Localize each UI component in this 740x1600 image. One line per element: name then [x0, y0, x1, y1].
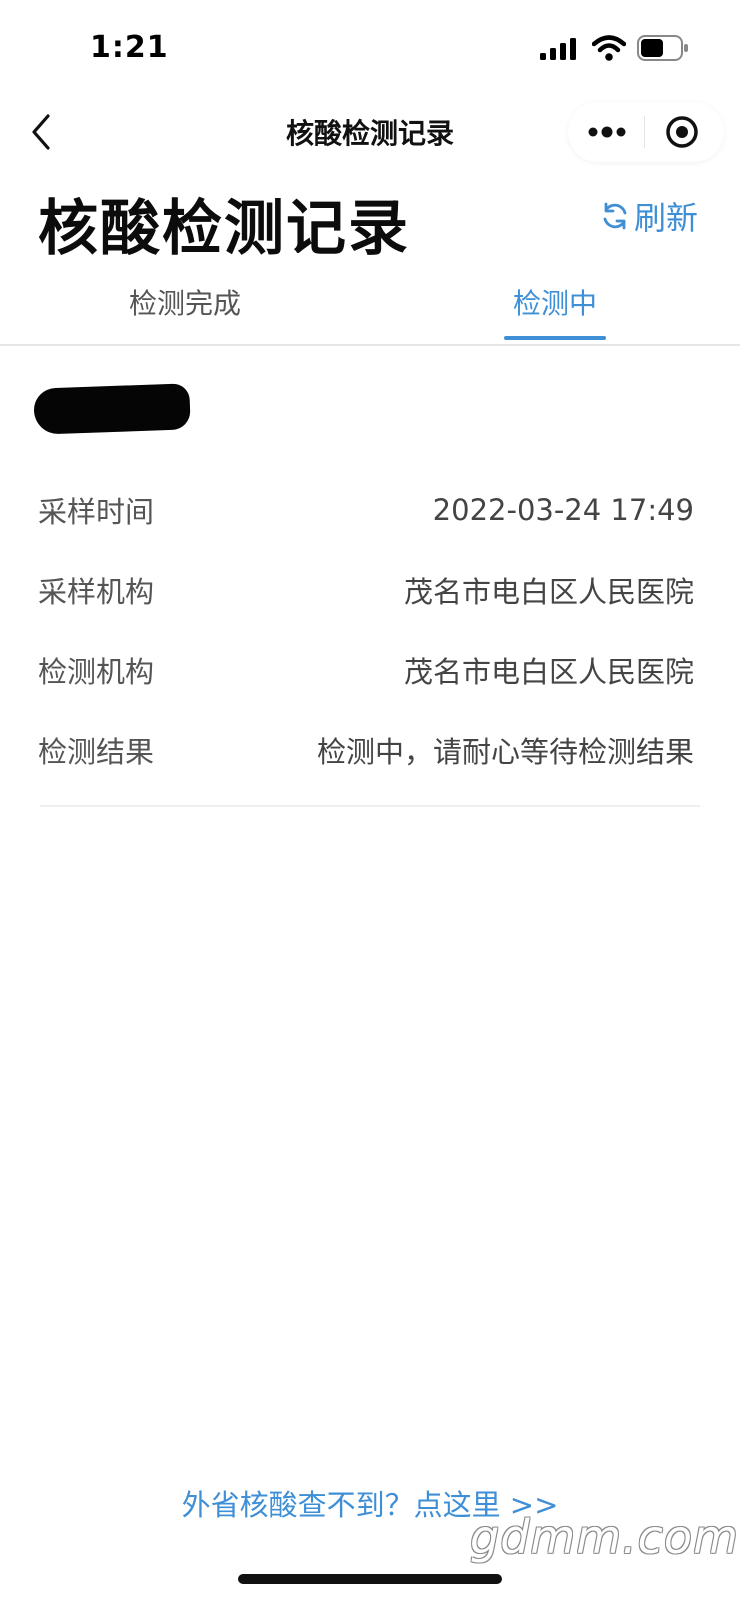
- battery-icon: [637, 35, 688, 61]
- row-label: 采样时间: [38, 495, 155, 529]
- row-label: 采样机构: [38, 575, 155, 609]
- row-value: 茂名市电白区人民医院: [403, 575, 694, 609]
- row-label: 检测机构: [38, 655, 155, 689]
- watermark: gdmm.com: [470, 1510, 739, 1564]
- more-dots-icon[interactable]: [586, 120, 628, 144]
- row-label: 检测结果: [38, 735, 155, 769]
- mini-program-capsule: [568, 102, 724, 162]
- row-value: 茂名市电白区人民医院: [403, 655, 694, 689]
- row-value: 2022-03-24 17:49: [432, 493, 694, 527]
- cellular-signal-icon: [540, 38, 576, 60]
- capsule-divider: [644, 116, 645, 148]
- record-row-testing-org: 检测机构 茂名市电白区人民医院: [38, 648, 694, 692]
- tab-bar: 检测完成 检测中: [0, 270, 740, 346]
- record-row-test-result: 检测结果 检测中，请耐心等待检测结果: [38, 728, 694, 772]
- refresh-button[interactable]: 刷新: [600, 194, 698, 238]
- page: 1:21 核酸检测记录 核酸检测记录 刷新 检测完成 检测中 采样时间 2022…: [0, 0, 740, 1600]
- record-row-sampling-org: 采样机构 茂名市电白区人民医院: [38, 568, 694, 612]
- tab-divider: [0, 344, 740, 346]
- redacted-name: [33, 383, 191, 435]
- target-close-icon[interactable]: [664, 114, 700, 150]
- status-bar: 1:21: [0, 0, 740, 96]
- record-divider: [40, 805, 700, 807]
- active-tab-indicator: [504, 336, 606, 340]
- home-indicator[interactable]: [238, 1574, 502, 1584]
- status-time: 1:21: [90, 30, 169, 65]
- record-row-sampling-time: 采样时间 2022-03-24 17:49: [38, 488, 694, 532]
- row-value: 检测中，请耐心等待检测结果: [316, 735, 694, 769]
- wifi-icon: [592, 35, 626, 61]
- tab-completed[interactable]: 检测完成: [90, 282, 280, 346]
- refresh-label: 刷新: [634, 199, 699, 237]
- refresh-icon: [603, 202, 627, 230]
- nav-bar: 核酸检测记录: [0, 96, 740, 168]
- page-title: 核酸检测记录: [38, 194, 410, 264]
